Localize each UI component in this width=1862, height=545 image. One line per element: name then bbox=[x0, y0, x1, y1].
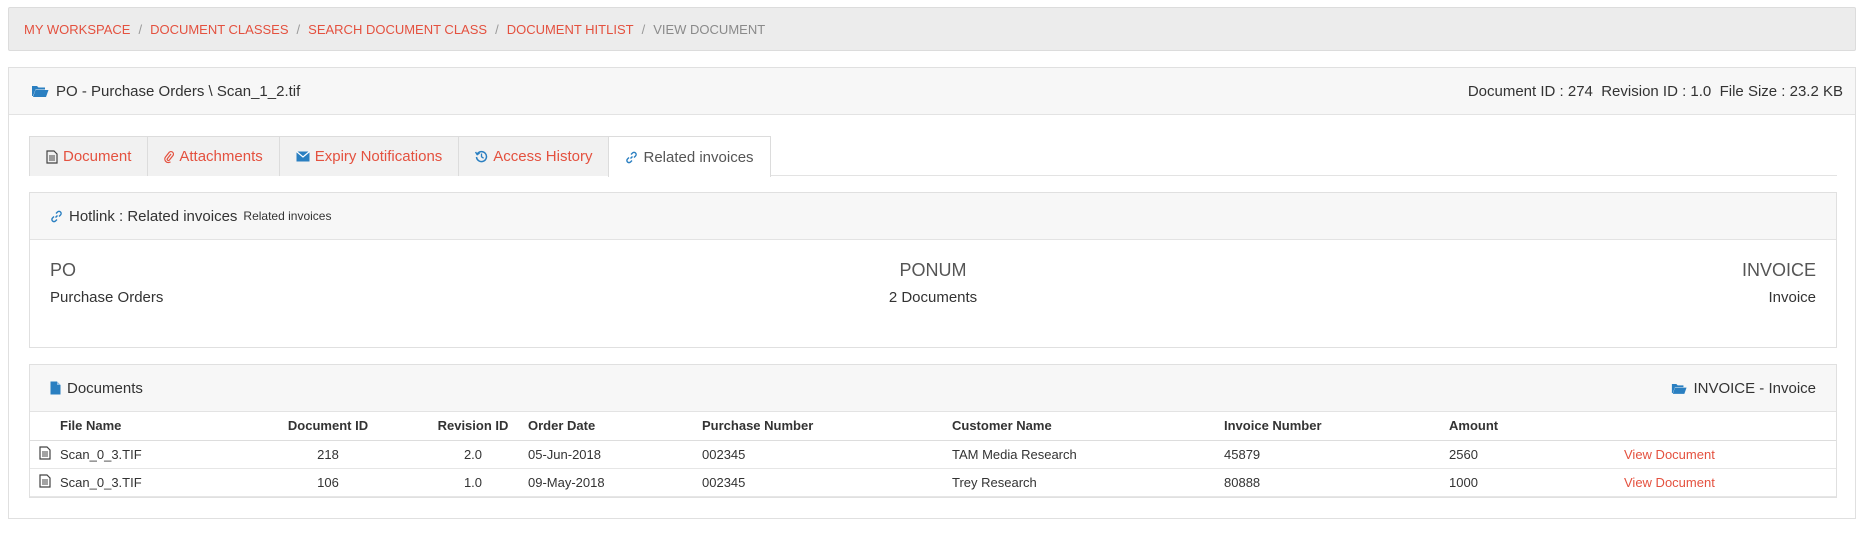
hotlink-ponum: PONUM 2 Documents bbox=[30, 260, 1836, 306]
breadcrumb: MY WORKSPACE / DOCUMENT CLASSES / SEARCH… bbox=[8, 7, 1856, 51]
document-header: PO - Purchase Orders \ Scan_1_2.tif Docu… bbox=[9, 68, 1855, 115]
link-icon bbox=[625, 151, 638, 164]
cell-purchase-number: 002345 bbox=[702, 468, 952, 497]
documents-panel: Documents INVOICE - Invoice File Name Do… bbox=[29, 364, 1837, 498]
col-icon bbox=[30, 412, 60, 441]
link-icon bbox=[50, 210, 63, 223]
cell-invoice-number: 45879 bbox=[1224, 440, 1449, 469]
cell-file-name: Scan_0_3.TIF bbox=[60, 468, 238, 497]
document-title-group: PO - Purchase Orders \ Scan_1_2.tif bbox=[31, 83, 300, 100]
cell-revision-id: 2.0 bbox=[418, 440, 528, 469]
table-header-row: File Name Document ID Revision ID Order … bbox=[30, 412, 1836, 441]
paperclip-icon bbox=[164, 150, 175, 164]
documents-title-group: Documents bbox=[50, 380, 143, 397]
document-title: PO - Purchase Orders \ Scan_1_2.tif bbox=[56, 82, 301, 100]
breadcrumb-my-workspace[interactable]: MY WORKSPACE bbox=[24, 22, 130, 37]
tab-access-history[interactable]: Access History bbox=[458, 136, 610, 176]
hotlink-po: PO Purchase Orders bbox=[50, 260, 163, 306]
cell-file-name: Scan_0_3.TIF bbox=[60, 440, 238, 469]
hotlink-invoice-value: Invoice bbox=[1768, 289, 1816, 306]
breadcrumb-separator: / bbox=[296, 21, 301, 37]
tab-access-history-label: Access History bbox=[493, 148, 593, 165]
documents-table: File Name Document ID Revision ID Order … bbox=[30, 412, 1836, 497]
table-row: Scan_0_3.TIF 218 2.0 05-Jun-2018 002345 … bbox=[30, 440, 1836, 469]
row-file-icon-cell bbox=[30, 440, 60, 469]
cell-invoice-number: 80888 bbox=[1224, 468, 1449, 497]
tab-expiry-notifications[interactable]: Expiry Notifications bbox=[278, 136, 460, 176]
col-action bbox=[1624, 412, 1836, 441]
hotlink-body: PONUM 2 Documents PO Purchase Orders INV… bbox=[30, 240, 1836, 348]
file-text-icon bbox=[39, 473, 51, 488]
cell-order-date: 05-Jun-2018 bbox=[528, 440, 702, 469]
folder-open-icon bbox=[1671, 382, 1688, 395]
cell-action: View Document bbox=[1624, 468, 1836, 497]
table-row: Scan_0_3.TIF 106 1.0 09-May-2018 002345 … bbox=[30, 468, 1836, 497]
file-text-icon bbox=[46, 149, 58, 164]
col-document-id[interactable]: Document ID bbox=[238, 412, 418, 441]
cell-amount: 2560 bbox=[1449, 440, 1624, 469]
hotlink-ponum-heading: PONUM bbox=[899, 260, 967, 280]
breadcrumb-separator: / bbox=[641, 21, 646, 37]
tab-attachments-label: Attachments bbox=[179, 148, 263, 165]
cell-customer-name: TAM Media Research bbox=[952, 440, 1224, 469]
breadcrumb-document-hitlist[interactable]: DOCUMENT HITLIST bbox=[507, 22, 634, 37]
hotlink-ponum-value: 2 Documents bbox=[888, 289, 978, 306]
hotlink-header: Hotlink : Related invoices Related invoi… bbox=[30, 193, 1836, 240]
col-file-name[interactable]: File Name bbox=[60, 412, 238, 441]
tab-attachments[interactable]: Attachments bbox=[147, 136, 280, 176]
hotlink-invoice-heading: INVOICE bbox=[1741, 260, 1816, 280]
hotlink-subtitle: Related invoices bbox=[243, 209, 332, 223]
file-icon bbox=[50, 381, 61, 395]
envelope-icon bbox=[295, 151, 310, 162]
cell-document-id: 218 bbox=[238, 440, 418, 469]
documents-header: Documents INVOICE - Invoice bbox=[30, 365, 1836, 412]
documents-title: Documents bbox=[67, 379, 143, 397]
breadcrumb-search-document-class[interactable]: SEARCH DOCUMENT CLASS bbox=[308, 22, 487, 37]
col-order-date[interactable]: Order Date bbox=[528, 412, 702, 441]
cell-order-date: 09-May-2018 bbox=[528, 468, 702, 497]
col-amount[interactable]: Amount bbox=[1449, 412, 1624, 441]
view-document-link[interactable]: View Document bbox=[1624, 447, 1715, 462]
cell-amount: 1000 bbox=[1449, 468, 1624, 497]
breadcrumb-separator: / bbox=[495, 21, 499, 37]
folder-open-icon bbox=[31, 84, 49, 98]
history-icon bbox=[475, 150, 488, 163]
col-purchase-number[interactable]: Purchase Number bbox=[702, 412, 952, 441]
documents-class-label: INVOICE - Invoice bbox=[1693, 379, 1816, 397]
tab-related-invoices-label: Related invoices bbox=[643, 148, 754, 166]
tab-document[interactable]: Document bbox=[29, 136, 149, 176]
document-panel: PO - Purchase Orders \ Scan_1_2.tif Docu… bbox=[8, 67, 1856, 519]
document-meta: Document ID : 274 Revision ID : 1.0 File… bbox=[1467, 82, 1843, 100]
hotlink-panel: Hotlink : Related invoices Related invoi… bbox=[29, 192, 1837, 348]
documents-class-group: INVOICE - Invoice bbox=[1671, 380, 1816, 397]
view-document-link[interactable]: View Document bbox=[1624, 475, 1715, 490]
cell-purchase-number: 002345 bbox=[702, 440, 952, 469]
tab-document-label: Document bbox=[63, 148, 132, 165]
breadcrumb-current: VIEW DOCUMENT bbox=[653, 21, 766, 37]
breadcrumb-document-classes[interactable]: DOCUMENT CLASSES bbox=[150, 22, 288, 37]
row-file-icon-cell bbox=[30, 468, 60, 497]
cell-customer-name: Trey Research bbox=[952, 468, 1224, 497]
hotlink-po-heading: PO bbox=[50, 260, 77, 280]
cell-revision-id: 1.0 bbox=[418, 468, 528, 497]
breadcrumb-separator: / bbox=[138, 21, 143, 37]
document-tabs: Document Attachments Expiry Notification… bbox=[29, 136, 1837, 177]
tab-related-invoices[interactable]: Related invoices bbox=[608, 136, 771, 177]
cell-document-id: 106 bbox=[238, 468, 418, 497]
col-customer-name[interactable]: Customer Name bbox=[952, 412, 1224, 441]
hotlink-invoice: INVOICE Invoice bbox=[1742, 260, 1816, 306]
hotlink-title: Hotlink : Related invoices bbox=[69, 207, 238, 225]
file-text-icon bbox=[39, 445, 51, 460]
hotlink-po-value: Purchase Orders bbox=[50, 289, 164, 306]
tab-expiry-notifications-label: Expiry Notifications bbox=[314, 148, 443, 165]
col-revision-id[interactable]: Revision ID bbox=[418, 412, 528, 441]
cell-action: View Document bbox=[1624, 440, 1836, 469]
col-invoice-number[interactable]: Invoice Number bbox=[1224, 412, 1449, 441]
